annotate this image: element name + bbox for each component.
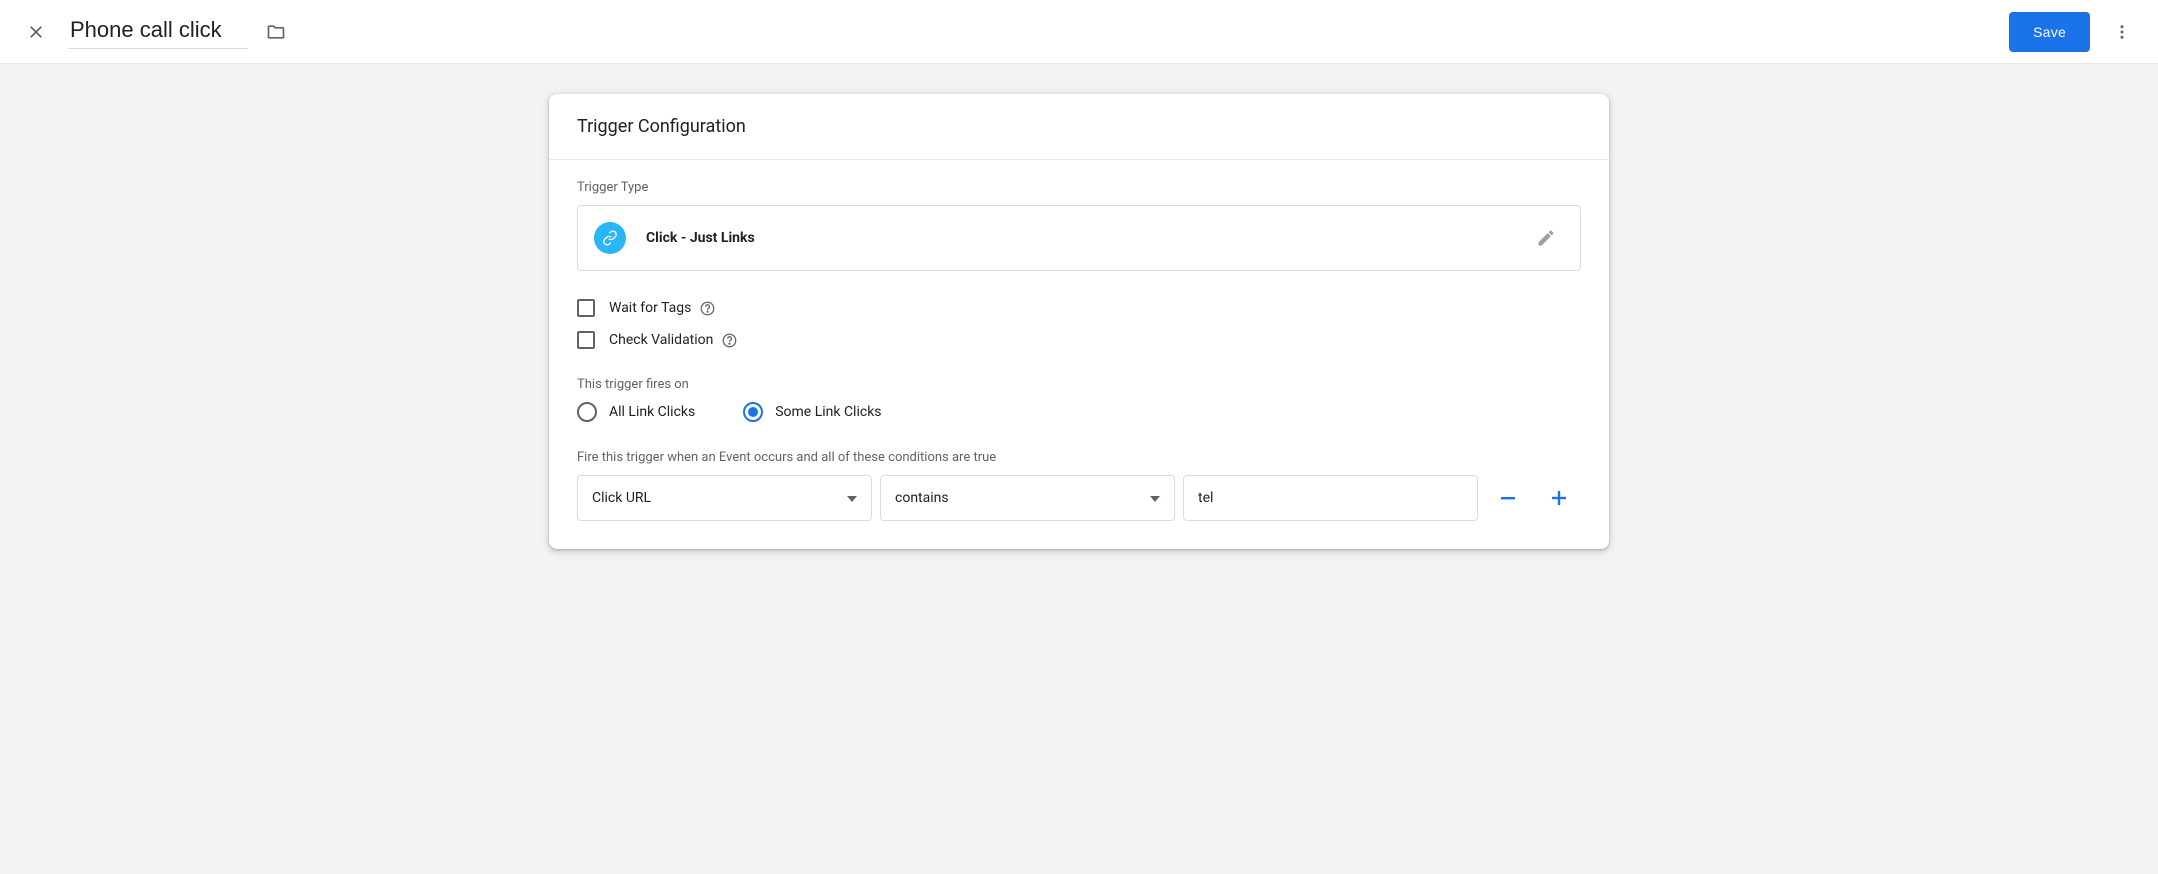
radio-icon <box>743 402 763 422</box>
condition-row: Click URL contains <box>577 475 1581 521</box>
radio-icon <box>577 402 597 422</box>
check-validation-checkbox[interactable] <box>577 331 595 349</box>
trigger-type-label: Trigger Type <box>577 180 1581 195</box>
help-check-validation-button[interactable] <box>721 332 737 348</box>
link-icon <box>594 222 626 254</box>
close-button[interactable] <box>16 12 56 52</box>
wait-for-tags-checkbox[interactable] <box>577 299 595 317</box>
folder-icon <box>266 22 286 42</box>
radio-all-label: All Link Clicks <box>609 404 695 420</box>
chevron-down-icon <box>847 490 857 506</box>
add-condition-button[interactable] <box>1538 476 1582 520</box>
help-icon <box>700 301 715 316</box>
save-button[interactable]: Save <box>2009 12 2090 52</box>
minus-icon <box>1501 497 1515 500</box>
trigger-configuration-card: Trigger Configuration Trigger Type Click… <box>549 94 1609 549</box>
more-vert-icon <box>2113 23 2131 41</box>
fires-on-label: This trigger fires on <box>577 377 1581 392</box>
pencil-icon <box>1536 228 1556 248</box>
trigger-type-value: Click - Just Links <box>646 230 1528 246</box>
plus-icon <box>1552 491 1566 505</box>
wait-for-tags-label: Wait for Tags <box>609 300 691 316</box>
trigger-type-selector[interactable]: Click - Just Links <box>577 205 1581 271</box>
conditions-description: Fire this trigger when an Event occurs a… <box>577 450 1581 465</box>
condition-operator-select[interactable]: contains <box>880 475 1175 521</box>
condition-operator-value: contains <box>895 490 1150 506</box>
remove-condition-button[interactable] <box>1486 476 1530 520</box>
trigger-name-input[interactable] <box>68 14 248 49</box>
condition-value-input[interactable] <box>1198 490 1463 506</box>
overflow-menu-button[interactable] <box>2102 12 2142 52</box>
check-validation-label: Check Validation <box>609 332 713 348</box>
condition-variable-value: Click URL <box>592 490 847 506</box>
folder-button[interactable] <box>256 12 296 52</box>
card-title: Trigger Configuration <box>549 94 1609 159</box>
chevron-down-icon <box>1150 490 1160 506</box>
radio-some-link-clicks[interactable]: Some Link Clicks <box>743 402 881 422</box>
help-wait-for-tags-button[interactable] <box>699 300 715 316</box>
condition-value-input-wrapper <box>1183 475 1478 521</box>
radio-all-link-clicks[interactable]: All Link Clicks <box>577 402 695 422</box>
close-icon <box>27 23 45 41</box>
condition-variable-select[interactable]: Click URL <box>577 475 872 521</box>
help-icon <box>722 333 737 348</box>
radio-some-label: Some Link Clicks <box>775 404 881 420</box>
edit-trigger-type-button[interactable] <box>1528 220 1564 256</box>
